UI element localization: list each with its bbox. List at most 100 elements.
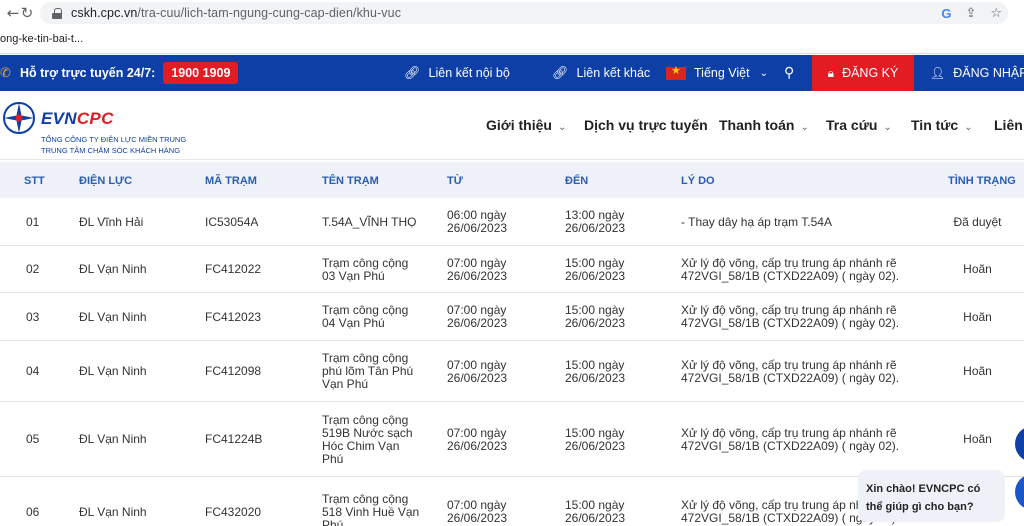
table-row: 01 ĐL Vĩnh Hải IC53054A T.54A_VĨNH THỌ 06:00… [0,198,1024,246]
cell-stt: 02 [26,262,40,276]
cell-den: 26/06/2023 [565,269,626,283]
cell-tinh-trang: Hoãn [963,310,992,324]
url-path: /tra-cuu/lich-tam-ngung-cung-cap-dien/kh… [137,6,402,20]
reload-icon[interactable]: ↻ [14,0,40,26]
menu-tra-cuu[interactable]: Tra cứu ⌄ [826,117,892,133]
header-ly-do: LÝ DO [681,175,715,187]
cell-dien-luc: ĐL Vạn Ninh [79,505,147,519]
login-button[interactable]: 👤︎ ĐĂNG NHẬP [914,55,1024,91]
bookmark-star-icon[interactable]: ☆ [990,6,1002,21]
vietnam-flag-icon [666,64,686,80]
menu-label: Thanh toán [719,117,795,133]
cell-ma-tram: FC412098 [205,364,262,378]
chat-line-1: Xin chào! EVNCPC có [866,483,981,495]
header-tu: TỪ [447,175,463,187]
cell-tinh-trang: Đã duyệt [953,215,1002,229]
cell-tu: 26/06/2023 [447,511,508,525]
cell-dien-luc: ĐL Vạn Ninh [79,262,147,276]
cell-den: 26/06/2023 [565,511,626,525]
internal-links[interactable]: 🔗︎ Liên kết nội bộ [404,55,510,91]
cell-ma-tram: FC412023 [205,310,262,324]
external-links[interactable]: 🔗︎ Liên kết khác [552,55,650,91]
menu-thanh-toan[interactable]: Thanh toán ⌄ [719,117,809,133]
menu-label: Tin tức [911,117,959,133]
menu-label: Giới thiệu [486,117,552,133]
chat-greeting-bubble[interactable]: Xin chào! EVNCPC có thể giúp gì cho bạn? [858,470,1005,522]
cell-ly-do: 472VGI_58/1B (CTXD22A09) ( ngày 02). [681,371,900,385]
hotline-number[interactable]: 1900 1909 [163,62,239,84]
cell-den: 26/06/2023 [565,316,626,330]
cell-ten-tram: Phú [322,452,344,466]
cell-ten-tram: Phú [322,518,344,526]
cell-stt: 03 [26,310,40,324]
share-icon[interactable]: ⇪ [965,6,976,21]
header-den: ĐẾN [565,175,589,187]
menu-lien-he[interactable]: Liên h [994,117,1024,133]
cell-tu: 26/06/2023 [447,371,508,385]
language-label: Tiếng Việt [694,66,750,80]
cell-tinh-trang: Hoãn [963,364,992,378]
cell-ly-do: - Thay dây hạ áp trạm T.54A [681,215,832,229]
url-host: cskh.cpc.vn [71,6,138,20]
chat-line-2: thể giúp gì cho bạn? [866,501,974,513]
chevron-down-icon: ⌄ [800,122,809,133]
evncpc-logo[interactable]: EVNCPC TỔNG CÔNG TY ĐIỆN LỰC MIỀN TRUNG … [2,97,202,157]
user-icon: 👤︎ [930,66,946,80]
login-label: ĐĂNG NHẬP [953,66,1024,80]
chevron-down-icon: ⌄ [883,122,892,133]
browser-address-bar: ← ↻ cskh.cpc.vn/tra-cuu/lich-tam-ngung-c… [0,0,1024,26]
cell-den: 26/06/2023 [565,439,626,453]
header-ma-tram: MÃ TRẠM [205,175,257,187]
header-dien-luc: ĐIỆN LỰC [79,175,133,187]
cell-tinh-trang: Hoãn [963,432,992,446]
logo-subtitle-1: TỔNG CÔNG TY ĐIỆN LỰC MIỀN TRUNG [41,135,187,144]
chevron-down-icon: ⌄ [759,67,768,79]
google-icon[interactable]: G [941,6,951,21]
internal-links-label: Liên kết nội bộ [428,66,510,80]
register-label: ĐĂNG KÝ [842,66,899,80]
cell-tu: 26/06/2023 [447,439,508,453]
url-field[interactable]: cskh.cpc.vn/tra-cuu/lich-tam-ngung-cung-… [40,2,1008,24]
search-icon[interactable]: ⚲ [784,55,794,91]
logo-brand-red: CPC [76,109,114,128]
cell-ly-do: 472VGI_58/1B (CTXD22A09) ( ngày 02). [681,316,900,330]
cell-stt: 01 [26,215,40,229]
menu-label: Tra cứu [826,117,878,133]
menu-tin-tuc[interactable]: Tin tức ⌄ [911,117,973,133]
menu-dich-vu-truc-tuyen[interactable]: Dịch vụ trực tuyến [584,117,708,133]
language-selector[interactable]: Tiếng Việt ⌄ [666,55,768,91]
link-icon: 🔗︎ [552,65,569,81]
logo-wordmark: EVNCPC [41,109,114,129]
evncpc-logo-mark [3,102,35,134]
cell-ma-tram: IC53054A [205,215,259,229]
cell-tu: 26/06/2023 [447,316,508,330]
menu-gioi-thieu[interactable]: Giới thiệu ⌄ [486,117,566,133]
bookmarks-bar: ong-ke-tin-bai-t... [0,26,1024,54]
cell-ten-tram: Vạn Phú [322,377,369,391]
link-icon: 🔗︎ [404,65,421,81]
menu-label: Dịch vụ trực tuyến [584,117,708,133]
logo-brand-blue: EVN [41,109,77,128]
external-links-label: Liên kết khác [576,66,651,80]
menu-label: Liên h [994,117,1024,133]
cell-dien-luc: ĐL Vạn Ninh [79,364,147,378]
table-row: 02 ĐL Vạn Ninh FC412022 Trạm công cộng 03 Vạ… [0,246,1024,293]
bookmark-item[interactable]: ong-ke-tin-bai-t... [0,33,83,45]
lock-icon: 🔒︎ [827,65,835,80]
top-utility-bar: ✆ Hỗ trợ trực tuyến 24/7: 1900 1909 🔗︎ L… [0,55,1024,91]
chevron-down-icon: ⌄ [557,122,567,133]
cell-stt: 05 [26,432,40,446]
cell-ma-tram: FC412022 [205,262,262,276]
register-button[interactable]: 🔒︎ ĐĂNG KÝ [812,55,914,91]
phone-icon: ✆ [0,65,11,81]
table-row: 04 ĐL Vạn Ninh FC412098 Trạm công cộng phú l… [0,341,1024,402]
hotline: ✆ Hỗ trợ trực tuyến 24/7: 1900 1909 [0,55,239,91]
cell-tu: 26/06/2023 [447,221,508,235]
table-row: 03 ĐL Vạn Ninh FC412023 Trạm công cộng 04 Vạ… [0,293,1024,341]
header-stt: STT [24,175,45,187]
cell-dien-luc: ĐL Vĩnh Hải [79,215,144,229]
cell-dien-luc: ĐL Vạn Ninh [79,310,147,324]
cell-ten-tram: 03 Vạn Phú [322,269,385,283]
table-row: 05 ĐL Vạn Ninh FC41224B Trạm công cộng 519B … [0,402,1024,477]
cell-ten-tram: T.54A_VĨNH THỌ [322,215,417,229]
